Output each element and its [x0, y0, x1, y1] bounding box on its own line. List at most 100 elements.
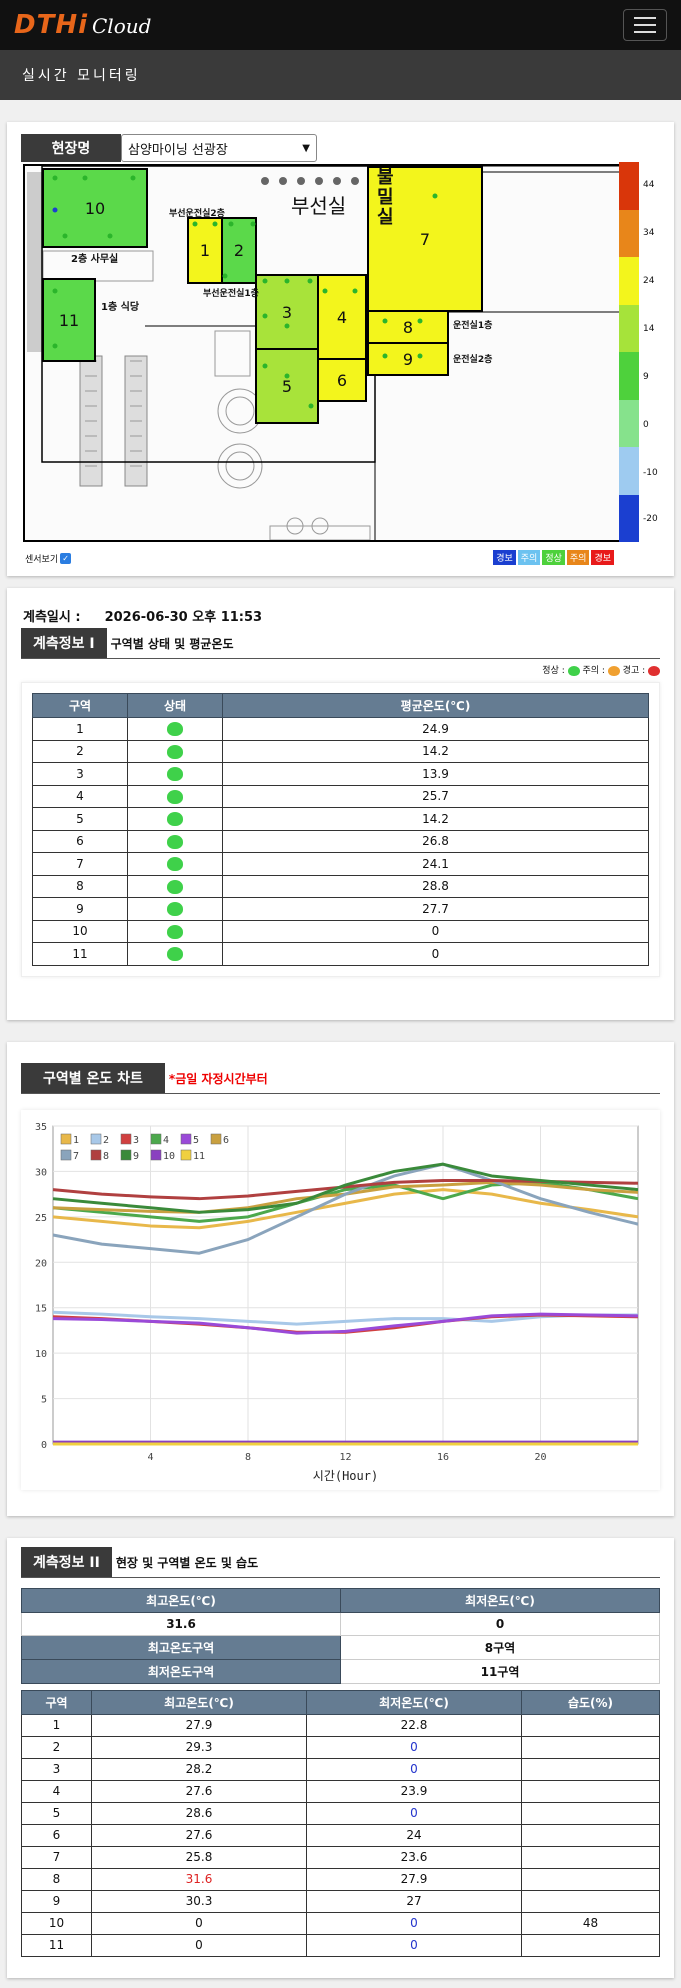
table-row: 8 28.8	[32, 874, 649, 898]
scale-band	[619, 494, 639, 542]
min-temp-cell: 24	[306, 1823, 522, 1847]
status-cell	[127, 942, 223, 966]
legend-label-6: 6	[223, 1135, 229, 1146]
table-row: 7 24.1	[32, 852, 649, 876]
chart-section-label: 구역별 온도 차트	[21, 1063, 165, 1093]
col-avg-temp: 평균온도(℃)	[222, 693, 649, 718]
min-temp-cell: 0	[306, 1757, 522, 1781]
page-title: 실시간 모니터링	[0, 50, 681, 100]
logo-subtext: Cloud	[92, 14, 152, 38]
max-zone-header: 최고온도구역	[21, 1634, 341, 1660]
checkbox-checked-icon[interactable]: ✓	[60, 553, 72, 564]
sensor-toggle[interactable]: 센서보기 ✓	[25, 552, 72, 565]
status-cell	[127, 829, 223, 853]
avg-temp-cell: 13.9	[222, 762, 649, 786]
legend-label-11: 11	[193, 1151, 205, 1162]
max-temp-value: 31.6	[21, 1612, 341, 1636]
menu-toggle-button[interactable]	[623, 9, 667, 41]
min-temp-cell: 23.6	[306, 1845, 522, 1869]
status-cell	[127, 874, 223, 898]
y-tick-label: 35	[35, 1122, 47, 1133]
normal-status-icon	[167, 924, 183, 939]
scale-band	[619, 352, 639, 400]
site-select[interactable]: 삼양마이닝 선광장 ▼	[121, 134, 317, 162]
status-cell	[127, 762, 223, 786]
zone-cell: 9	[21, 1889, 92, 1913]
min-zone-value: 11구역	[340, 1658, 660, 1684]
temperature-chart-panel: 0 5 10 15 20 25 30 35 4 8 12 16 20 시간(Hour) 1 2 3 4 5 6 7 8 9 1…	[21, 1110, 660, 1490]
scale-label: -20	[643, 514, 658, 524]
legend-warning-text: 경고 :	[619, 666, 648, 676]
normal-status-icon	[167, 879, 183, 894]
status-cell	[127, 739, 223, 763]
normal-status-icon	[167, 722, 183, 736]
normal-status-icon	[167, 834, 183, 849]
warning-status-icon	[648, 665, 660, 676]
legend-label-7: 7	[73, 1151, 79, 1162]
measurement-card-1: 계측일시 : 2026-06-30 오후 11:53 계측정보 I 구역별 상태…	[7, 588, 674, 1020]
scale-label: 9	[643, 372, 649, 382]
legend-label-10: 10	[163, 1151, 175, 1162]
humidity-cell	[521, 1801, 660, 1825]
max-temp-header: 최고온도(℃)	[21, 1588, 341, 1613]
legend-caution-low: 주의	[517, 550, 541, 565]
col-min-temp: 최저온도(℃)	[306, 1689, 522, 1715]
table-row: 9 30.3 27	[21, 1889, 660, 1913]
chart-section-header: 구역별 온도 차트 *금일 자정시간부터	[21, 1063, 660, 1094]
zone-cell: 4	[32, 784, 128, 808]
chevron-down-icon: ▼	[302, 142, 310, 154]
sensor-dots	[52, 175, 438, 409]
zone-cell: 4	[21, 1779, 92, 1803]
hamburger-icon	[634, 31, 656, 33]
normal-status-icon	[167, 744, 183, 759]
y-tick-label: 15	[35, 1304, 47, 1315]
legend-swatch-5	[180, 1133, 192, 1145]
status-legend: 경보 주의 정상 주의 경보	[493, 550, 614, 565]
table-row: 6 27.6 24	[21, 1823, 660, 1847]
chart-card: 구역별 온도 차트 *금일 자정시간부터 0 5 10 15 20 25 30 35 4 8 12 1…	[7, 1042, 674, 1516]
scale-label: 14	[643, 324, 655, 334]
min-zone-header: 최저온도구역	[21, 1658, 341, 1684]
legend-alarm-high: 경보	[591, 550, 614, 565]
legend-normal: 정상	[542, 550, 565, 565]
legend-label-5: 5	[193, 1135, 199, 1146]
legend-label-4: 4	[163, 1135, 169, 1146]
min-temp-cell: 0	[306, 1911, 522, 1935]
zone-cell: 3	[21, 1757, 92, 1781]
scale-band	[619, 209, 639, 257]
normal-status-icon	[167, 902, 183, 916]
zone-cell: 6	[21, 1823, 92, 1847]
section1-header: 계측정보 I 구역별 상태 및 평균온도	[21, 628, 660, 659]
status-cell	[127, 919, 223, 943]
table-row: 4 27.6 23.9	[21, 1779, 660, 1803]
logo-text: DTHi	[14, 10, 88, 40]
legend-swatch-3	[120, 1133, 132, 1145]
site-label: 현장명	[21, 134, 121, 162]
legend-alarm-low: 경보	[493, 550, 516, 565]
avg-temp-cell: 24.9	[222, 717, 649, 741]
min-temp-value: 0	[340, 1612, 660, 1636]
y-tick-label: 10	[35, 1349, 47, 1360]
normal-status-icon	[167, 857, 183, 871]
max-temp-cell: 28.6	[91, 1801, 307, 1825]
scale-band	[619, 257, 639, 305]
min-temp-cell: 23.9	[306, 1779, 522, 1803]
table-row: 11 0	[32, 942, 649, 966]
caution-status-icon	[607, 665, 620, 676]
humidity-cell	[521, 1713, 660, 1737]
humidity-cell	[521, 1735, 660, 1759]
max-temp-cell: 0	[91, 1933, 307, 1957]
max-temp-cell: 27.6	[91, 1779, 307, 1803]
zone-cell: 7	[32, 852, 128, 876]
table-row: 2 14.2	[32, 739, 649, 763]
scale-band	[619, 304, 639, 352]
min-temp-cell: 0	[306, 1801, 522, 1825]
table-row: 9 27.7	[32, 897, 649, 921]
max-temp-cell: 29.3	[91, 1735, 307, 1759]
legend-swatch-2	[90, 1133, 102, 1145]
normal-status-icon	[167, 767, 183, 781]
max-temp-cell: 25.8	[91, 1845, 307, 1869]
y-tick-label: 30	[35, 1167, 47, 1178]
humidity-cell	[521, 1845, 660, 1869]
app-logo[interactable]: DTHi Cloud	[14, 10, 151, 40]
